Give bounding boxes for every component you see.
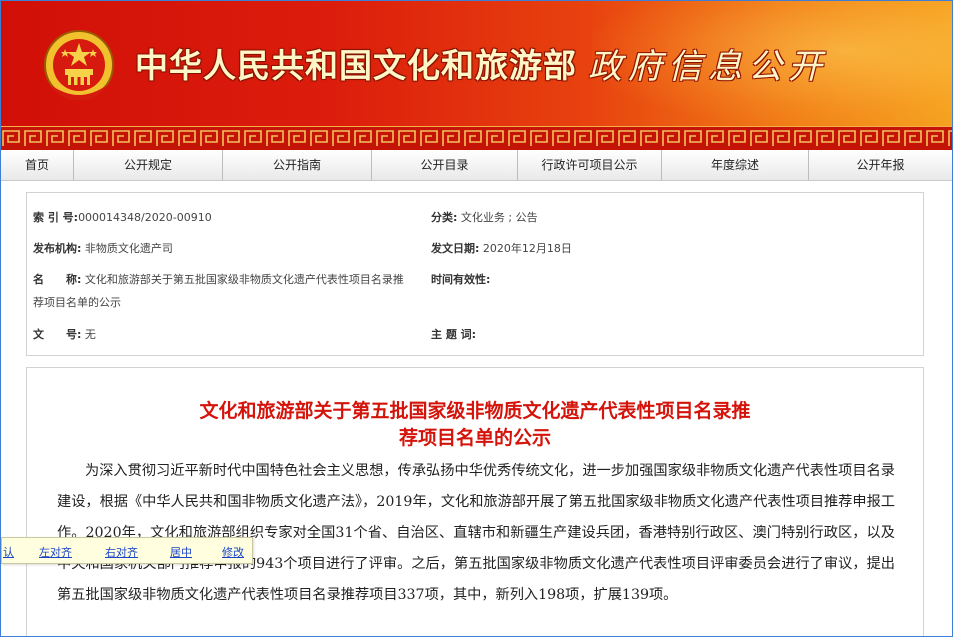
validity-label: 时间有效性: <box>431 273 491 286</box>
article-title-line2: 荐项目名单的公示 <box>398 427 551 449</box>
document-metadata: 索 引 号:000014348/2020-00910 分类: 文化业务 ; 公告… <box>26 192 924 356</box>
date-row: 发文日期: 2020年12月18日 <box>431 240 572 256</box>
keywords-label: 主 题 词: <box>431 328 477 341</box>
name-value-continued: 荐项目名单的公示 <box>33 296 121 309</box>
doc-number-value: 无 <box>84 328 96 341</box>
publisher-row: 发布机构: 非物质文化遗产司 <box>33 240 173 256</box>
keywords-row: 主 题 词: <box>431 326 476 342</box>
nav-disclosure-guide[interactable]: 公开指南 <box>223 150 372 180</box>
validity-row: 时间有效性: <box>431 271 490 287</box>
browser-viewport: 中华人民共和国文化和旅游部 政府信息公开 首页 公开规定 公开指南 公开目录 行… <box>0 0 953 637</box>
nav-annual-report[interactable]: 公开年报 <box>809 150 952 180</box>
category-label: 分类: <box>431 211 458 224</box>
publisher-label: 发布机构: <box>33 242 82 255</box>
nav-disclosure-rules[interactable]: 公开规定 <box>74 150 223 180</box>
index-label: 索 引 号: <box>33 211 79 224</box>
doc-number-label: 文 号: <box>33 328 82 341</box>
article-content: 文化和旅游部关于第五批国家级非物质文化遗产代表性项目名录推 荐项目名单的公示 为… <box>26 367 924 636</box>
nav-disclosure-catalog[interactable]: 公开目录 <box>372 150 518 180</box>
name-value: 文化和旅游部关于第五批国家级非物质文化遗产代表性项目名录推 <box>84 273 404 286</box>
article-title-line1: 文化和旅游部关于第五批国家级非物质文化遗产代表性项目名录推 <box>199 400 751 422</box>
site-banner: 中华人民共和国文化和旅游部 政府信息公开 <box>1 1 952 126</box>
main-nav: 首页 公开规定 公开指南 公开目录 行政许可项目公示 年度综述 公开年报 <box>1 150 952 181</box>
confirm-link[interactable]: 认 <box>3 544 14 560</box>
publisher-value: 非物质文化遗产司 <box>84 242 173 255</box>
align-center-link[interactable]: 居中 <box>170 544 192 560</box>
doc-number-row: 文 号: 无 <box>33 326 96 342</box>
index-row: 索 引 号:000014348/2020-00910 <box>33 209 212 225</box>
date-label: 发文日期: <box>431 242 480 255</box>
name-row-continued: 荐项目名单的公示 <box>33 294 121 310</box>
name-label: 名 称: <box>33 273 82 286</box>
fret-pattern <box>1 127 952 150</box>
date-value: 2020年12月18日 <box>482 242 572 255</box>
site-title: 中华人民共和国文化和旅游部 <box>135 46 577 85</box>
article-body: 为深入贯彻习近平新时代中国特色社会主义思想，传承弘扬中华优秀传统文化，进一步加强… <box>57 463 895 603</box>
index-value: 000014348/2020-00910 <box>78 211 212 224</box>
align-left-link[interactable]: 左对齐 <box>39 544 72 560</box>
align-right-link[interactable]: 右对齐 <box>105 544 138 560</box>
category-value: 文化业务 ; 公告 <box>460 211 538 224</box>
category-row: 分类: 文化业务 ; 公告 <box>431 209 538 225</box>
nav-home[interactable]: 首页 <box>1 150 74 180</box>
nav-license-notice[interactable]: 行政许可项目公示 <box>518 150 662 180</box>
edit-link[interactable]: 修改 <box>222 544 244 560</box>
national-emblem-icon <box>44 30 114 100</box>
name-row: 名 称: 文化和旅游部关于第五批国家级非物质文化遗产代表性项目名录推 <box>33 271 404 287</box>
floating-edit-toolbar: 认 左对齐 右对齐 居中 修改 <box>1 537 253 564</box>
decorative-fret-band <box>1 126 952 151</box>
site-subtitle: 政府信息公开 <box>588 47 828 87</box>
nav-annual-summary[interactable]: 年度综述 <box>662 150 809 180</box>
